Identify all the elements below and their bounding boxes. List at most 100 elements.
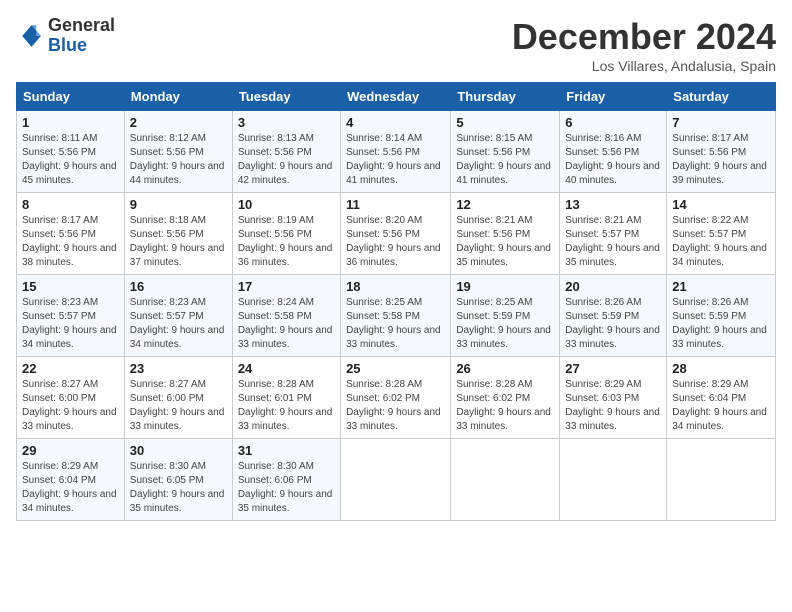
day-number: 22 [22,361,119,376]
table-row: 7 Sunrise: 8:17 AMSunset: 5:56 PMDayligh… [667,111,776,193]
table-row: 16 Sunrise: 8:23 AMSunset: 5:57 PMDaylig… [124,275,232,357]
col-wednesday: Wednesday [341,83,451,111]
calendar-week-row: 1 Sunrise: 8:11 AMSunset: 5:56 PMDayligh… [17,111,776,193]
col-tuesday: Tuesday [232,83,340,111]
table-row: 17 Sunrise: 8:24 AMSunset: 5:58 PMDaylig… [232,275,340,357]
day-info: Sunrise: 8:20 AMSunset: 5:56 PMDaylight:… [346,215,441,268]
logo: General Blue [16,16,115,56]
logo-text-blue: Blue [48,36,115,56]
calendar-table: Sunday Monday Tuesday Wednesday Thursday… [16,82,776,521]
day-number: 26 [456,361,554,376]
logo-text-general: General [48,16,115,36]
day-number: 23 [130,361,227,376]
table-row: 30 Sunrise: 8:30 AMSunset: 6:05 PMDaylig… [124,439,232,521]
day-info: Sunrise: 8:26 AMSunset: 5:59 PMDaylight:… [672,297,767,350]
table-row: 12 Sunrise: 8:21 AMSunset: 5:56 PMDaylig… [451,193,560,275]
day-number: 30 [130,443,227,458]
title-area: December 2024 Los Villares, Andalusia, S… [512,16,776,74]
day-number: 11 [346,197,445,212]
day-number: 15 [22,279,119,294]
day-info: Sunrise: 8:23 AMSunset: 5:57 PMDaylight:… [22,297,117,350]
day-info: Sunrise: 8:28 AMSunset: 6:01 PMDaylight:… [238,379,333,432]
col-friday: Friday [560,83,667,111]
day-info: Sunrise: 8:29 AMSunset: 6:03 PMDaylight:… [565,379,660,432]
location-title: Los Villares, Andalusia, Spain [512,58,776,74]
table-row: 3 Sunrise: 8:13 AMSunset: 5:56 PMDayligh… [232,111,340,193]
table-row: 4 Sunrise: 8:14 AMSunset: 5:56 PMDayligh… [341,111,451,193]
day-number: 21 [672,279,770,294]
table-row: 14 Sunrise: 8:22 AMSunset: 5:57 PMDaylig… [667,193,776,275]
day-info: Sunrise: 8:13 AMSunset: 5:56 PMDaylight:… [238,133,333,186]
day-info: Sunrise: 8:24 AMSunset: 5:58 PMDaylight:… [238,297,333,350]
day-info: Sunrise: 8:21 AMSunset: 5:57 PMDaylight:… [565,215,660,268]
day-number: 7 [672,115,770,130]
day-info: Sunrise: 8:17 AMSunset: 5:56 PMDaylight:… [22,215,117,268]
calendar-body: 1 Sunrise: 8:11 AMSunset: 5:56 PMDayligh… [17,111,776,521]
day-number: 31 [238,443,335,458]
col-saturday: Saturday [667,83,776,111]
col-thursday: Thursday [451,83,560,111]
day-info: Sunrise: 8:28 AMSunset: 6:02 PMDaylight:… [346,379,441,432]
table-row [560,439,667,521]
day-number: 20 [565,279,661,294]
calendar-week-row: 15 Sunrise: 8:23 AMSunset: 5:57 PMDaylig… [17,275,776,357]
day-number: 2 [130,115,227,130]
table-row: 9 Sunrise: 8:18 AMSunset: 5:56 PMDayligh… [124,193,232,275]
day-info: Sunrise: 8:17 AMSunset: 5:56 PMDaylight:… [672,133,767,186]
table-row: 29 Sunrise: 8:29 AMSunset: 6:04 PMDaylig… [17,439,125,521]
table-row: 10 Sunrise: 8:19 AMSunset: 5:56 PMDaylig… [232,193,340,275]
day-info: Sunrise: 8:30 AMSunset: 6:06 PMDaylight:… [238,461,333,514]
table-row: 15 Sunrise: 8:23 AMSunset: 5:57 PMDaylig… [17,275,125,357]
day-info: Sunrise: 8:29 AMSunset: 6:04 PMDaylight:… [672,379,767,432]
table-row: 28 Sunrise: 8:29 AMSunset: 6:04 PMDaylig… [667,357,776,439]
calendar-week-row: 8 Sunrise: 8:17 AMSunset: 5:56 PMDayligh… [17,193,776,275]
day-info: Sunrise: 8:25 AMSunset: 5:59 PMDaylight:… [456,297,551,350]
day-number: 24 [238,361,335,376]
day-number: 17 [238,279,335,294]
day-number: 29 [22,443,119,458]
table-row: 11 Sunrise: 8:20 AMSunset: 5:56 PMDaylig… [341,193,451,275]
table-row: 6 Sunrise: 8:16 AMSunset: 5:56 PMDayligh… [560,111,667,193]
day-info: Sunrise: 8:30 AMSunset: 6:05 PMDaylight:… [130,461,225,514]
day-number: 14 [672,197,770,212]
table-row: 5 Sunrise: 8:15 AMSunset: 5:56 PMDayligh… [451,111,560,193]
day-number: 3 [238,115,335,130]
day-number: 19 [456,279,554,294]
day-info: Sunrise: 8:22 AMSunset: 5:57 PMDaylight:… [672,215,767,268]
day-info: Sunrise: 8:27 AMSunset: 6:00 PMDaylight:… [130,379,225,432]
day-info: Sunrise: 8:18 AMSunset: 5:56 PMDaylight:… [130,215,225,268]
table-row [451,439,560,521]
table-row: 2 Sunrise: 8:12 AMSunset: 5:56 PMDayligh… [124,111,232,193]
day-number: 6 [565,115,661,130]
table-row [667,439,776,521]
calendar-week-row: 29 Sunrise: 8:29 AMSunset: 6:04 PMDaylig… [17,439,776,521]
day-number: 25 [346,361,445,376]
table-row: 8 Sunrise: 8:17 AMSunset: 5:56 PMDayligh… [17,193,125,275]
day-number: 1 [22,115,119,130]
day-info: Sunrise: 8:11 AMSunset: 5:56 PMDaylight:… [22,133,117,186]
day-number: 18 [346,279,445,294]
day-info: Sunrise: 8:19 AMSunset: 5:56 PMDaylight:… [238,215,333,268]
table-row: 1 Sunrise: 8:11 AMSunset: 5:56 PMDayligh… [17,111,125,193]
day-number: 12 [456,197,554,212]
day-info: Sunrise: 8:21 AMSunset: 5:56 PMDaylight:… [456,215,551,268]
day-number: 5 [456,115,554,130]
table-row: 21 Sunrise: 8:26 AMSunset: 5:59 PMDaylig… [667,275,776,357]
table-row: 31 Sunrise: 8:30 AMSunset: 6:06 PMDaylig… [232,439,340,521]
col-monday: Monday [124,83,232,111]
table-row: 24 Sunrise: 8:28 AMSunset: 6:01 PMDaylig… [232,357,340,439]
month-title: December 2024 [512,16,776,58]
calendar-week-row: 22 Sunrise: 8:27 AMSunset: 6:00 PMDaylig… [17,357,776,439]
day-info: Sunrise: 8:26 AMSunset: 5:59 PMDaylight:… [565,297,660,350]
day-number: 9 [130,197,227,212]
logo-icon [16,22,44,50]
table-row: 19 Sunrise: 8:25 AMSunset: 5:59 PMDaylig… [451,275,560,357]
day-info: Sunrise: 8:14 AMSunset: 5:56 PMDaylight:… [346,133,441,186]
table-row [341,439,451,521]
day-info: Sunrise: 8:12 AMSunset: 5:56 PMDaylight:… [130,133,225,186]
table-row: 26 Sunrise: 8:28 AMSunset: 6:02 PMDaylig… [451,357,560,439]
day-number: 28 [672,361,770,376]
day-number: 16 [130,279,227,294]
header: General Blue December 2024 Los Villares,… [16,16,776,74]
table-row: 20 Sunrise: 8:26 AMSunset: 5:59 PMDaylig… [560,275,667,357]
